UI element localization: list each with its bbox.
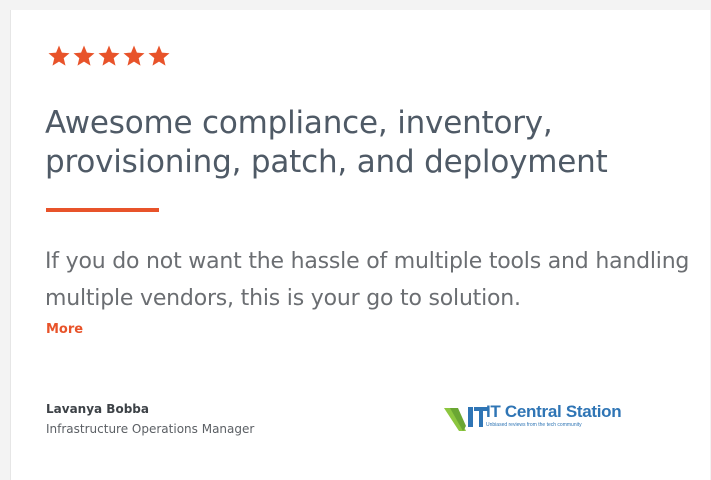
rating-stars [47, 44, 171, 68]
star-icon [73, 45, 95, 66]
review-card: Awesome compliance, inventory, provision… [10, 10, 710, 480]
logo-tagline: Unbiased reviews from the tech community [486, 422, 582, 428]
it-central-station-logo-icon [444, 407, 488, 431]
logo-text: IT Central Station Unbiased reviews from… [486, 402, 622, 428]
star-icon [48, 45, 70, 66]
more-link[interactable]: More [46, 322, 83, 337]
star-icon [148, 45, 170, 66]
star-icon [98, 45, 120, 66]
review-body: If you do not want the hassle of multipl… [45, 249, 690, 311]
author-block: Lavanya Bobba Infrastructure Operations … [46, 400, 254, 440]
author-role: Infrastructure Operations Manager [46, 422, 255, 436]
logo-name: IT Central Station [486, 402, 622, 421]
accent-divider [46, 208, 159, 212]
star-icon [123, 45, 145, 66]
author-name: Lavanya Bobba [46, 402, 149, 416]
review-title: Awesome compliance, inventory, provision… [45, 105, 608, 180]
it-central-station-logo: IT Central Station Unbiased reviews from… [444, 402, 622, 432]
